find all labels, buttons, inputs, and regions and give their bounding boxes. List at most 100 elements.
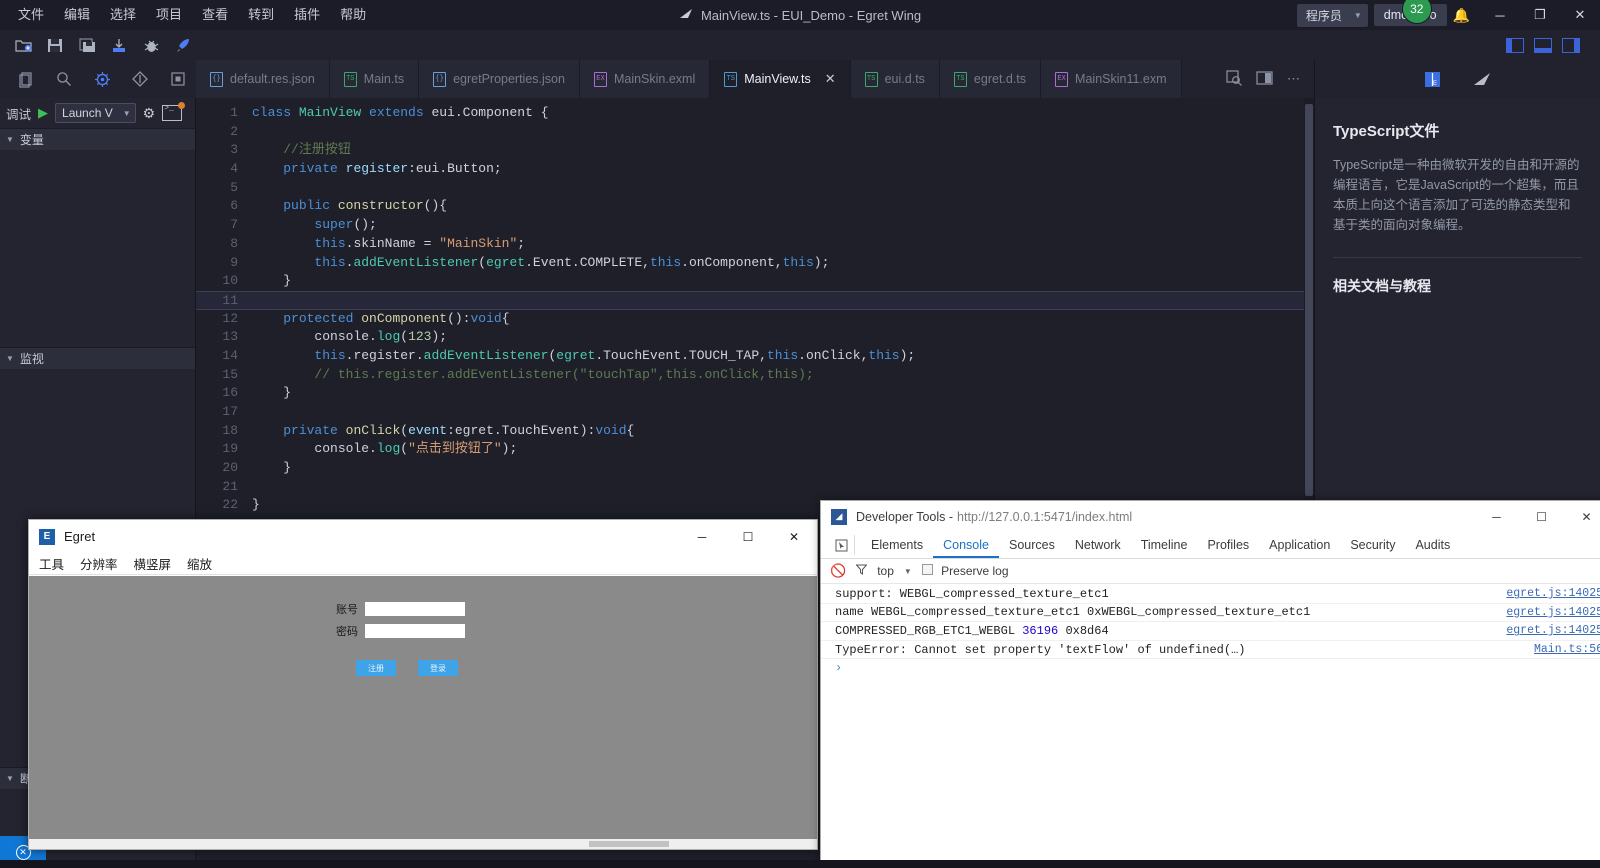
devtools-tab-elements[interactable]: Elements bbox=[861, 532, 933, 558]
devtools-tab-network[interactable]: Network bbox=[1065, 532, 1131, 558]
code-line[interactable]: 8 this.skinName = "MainSkin"; bbox=[196, 235, 1314, 254]
password-input[interactable] bbox=[365, 624, 465, 638]
code-line[interactable]: 21 bbox=[196, 478, 1314, 497]
preserve-log-checkbox-wrap[interactable]: Preserve log bbox=[921, 564, 1009, 578]
editor-tab-mainskin11-exml[interactable]: EX MainSkin11.exm bbox=[1041, 60, 1182, 98]
preserve-log-checkbox[interactable] bbox=[921, 564, 933, 575]
console-icon[interactable] bbox=[162, 102, 186, 121]
devtools-tab-security[interactable]: Security bbox=[1340, 532, 1405, 558]
code-line[interactable]: 20 } bbox=[196, 459, 1314, 478]
import-icon[interactable] bbox=[104, 32, 134, 58]
toggle-left-sidebar-icon[interactable] bbox=[1506, 37, 1524, 53]
menu-item-edit[interactable]: 编辑 bbox=[54, 0, 100, 30]
sidebar-section-variables[interactable]: ▼ 变量 bbox=[0, 128, 195, 150]
editor-tab-eui-d-ts[interactable]: TS eui.d.ts bbox=[850, 60, 940, 98]
egret-close-button[interactable]: ✕ bbox=[771, 520, 817, 553]
debug-icon[interactable] bbox=[90, 67, 114, 91]
devtools-tab-sources[interactable]: Sources bbox=[999, 532, 1065, 558]
editor-scrollbar-thumb[interactable] bbox=[1305, 104, 1313, 496]
files-icon[interactable] bbox=[14, 67, 38, 91]
menu-item-view[interactable]: 查看 bbox=[192, 0, 238, 30]
devtools-tab-timeline[interactable]: Timeline bbox=[1131, 532, 1198, 558]
console-log-row[interactable]: support: WEBGL_compressed_texture_etc1 e… bbox=[821, 585, 1600, 604]
egret-menu-resolution[interactable]: 分辨率 bbox=[80, 554, 118, 573]
devtools-minimize-button[interactable]: ─ bbox=[1474, 501, 1519, 532]
extensions-icon[interactable] bbox=[166, 67, 190, 91]
editor-tab-egret-properties-json[interactable]: {} egretProperties.json bbox=[419, 60, 580, 98]
menu-item-file[interactable]: 文件 bbox=[8, 0, 54, 30]
code-line[interactable]: 11 bbox=[196, 290, 1314, 310]
menu-item-plugins[interactable]: 插件 bbox=[284, 0, 330, 30]
code-line[interactable]: 15 // this.register.addEventListener("to… bbox=[196, 366, 1314, 385]
play-icon[interactable]: ▶ bbox=[38, 105, 48, 121]
devtools-tab-audits[interactable]: Audits bbox=[1405, 532, 1460, 558]
save-icon[interactable] bbox=[40, 32, 70, 58]
code-line[interactable]: 5 bbox=[196, 179, 1314, 198]
gear-icon[interactable]: ⚙ bbox=[143, 105, 156, 122]
console-log-row[interactable]: name WEBGL_compressed_texture_etc1 0xWEB… bbox=[821, 604, 1600, 623]
code-content[interactable]: 1 class MainView extends eui.Component {2… bbox=[196, 98, 1314, 515]
egret-maximize-button[interactable]: ☐ bbox=[725, 520, 771, 553]
egret-menu-tools[interactable]: 工具 bbox=[39, 554, 64, 573]
code-line[interactable]: 17 bbox=[196, 403, 1314, 422]
menu-item-select[interactable]: 选择 bbox=[100, 0, 146, 30]
register-button[interactable]: 注册 bbox=[356, 660, 396, 676]
editor-tab-default-res-json[interactable]: {} default.res.json bbox=[196, 60, 330, 98]
user-chip[interactable]: dmc-nero 32 bbox=[1373, 0, 1447, 26]
code-line[interactable]: 6 public constructor(){ bbox=[196, 197, 1314, 216]
window-maximize-button[interactable]: ❐ bbox=[1520, 0, 1560, 30]
docs-book-icon[interactable]: E bbox=[1421, 67, 1445, 91]
login-button[interactable]: 登录 bbox=[418, 660, 458, 676]
code-line[interactable]: 3 //注册按钮 bbox=[196, 141, 1314, 160]
code-line[interactable]: 18 private onClick(event:egret.TouchEven… bbox=[196, 422, 1314, 441]
devtools-close-button[interactable]: ✕ bbox=[1564, 501, 1600, 532]
egret-menu-orientation[interactable]: 横竖屏 bbox=[134, 554, 172, 573]
devtools-console-output[interactable]: support: WEBGL_compressed_texture_etc1 e… bbox=[821, 585, 1600, 867]
new-folder-icon[interactable] bbox=[8, 32, 38, 58]
menu-item-project[interactable]: 项目 bbox=[146, 0, 192, 30]
sidebar-section-watch[interactable]: ▼ 监视 bbox=[0, 347, 195, 369]
bell-icon[interactable]: 🔔 bbox=[1453, 7, 1470, 24]
clear-console-icon[interactable]: 🚫 bbox=[830, 563, 846, 579]
code-line[interactable]: 19 console.log("点击到按钮了"); bbox=[196, 440, 1314, 459]
source-control-icon[interactable] bbox=[128, 67, 152, 91]
account-input[interactable] bbox=[365, 602, 465, 616]
launch-config-select[interactable]: Launch V ▼ bbox=[55, 103, 136, 123]
code-line[interactable]: 4 private register:eui.Button; bbox=[196, 160, 1314, 179]
search-icon[interactable] bbox=[52, 67, 76, 91]
console-log-row[interactable]: TypeError: Cannot set property 'textFlow… bbox=[821, 641, 1600, 660]
code-line[interactable]: 7 super(); bbox=[196, 216, 1314, 235]
close-icon[interactable]: ✕ bbox=[825, 71, 836, 87]
code-line[interactable]: 14 this.register.addEventListener(egret.… bbox=[196, 347, 1314, 366]
code-line[interactable]: 13 console.log(123); bbox=[196, 328, 1314, 347]
split-editor-icon[interactable] bbox=[1256, 70, 1273, 88]
role-selector[interactable]: 程序员 ▼ bbox=[1296, 3, 1368, 27]
code-line[interactable]: 10 } bbox=[196, 272, 1314, 291]
window-minimize-button[interactable]: ─ bbox=[1480, 0, 1520, 30]
code-line[interactable]: 2 bbox=[196, 123, 1314, 142]
code-line[interactable]: 12 protected onComponent():void{ bbox=[196, 310, 1314, 329]
console-log-source[interactable]: egret.js:14025 bbox=[1506, 624, 1600, 637]
devtools-window[interactable]: ◢ Developer Tools - http://127.0.0.1:547… bbox=[820, 500, 1600, 868]
console-log-source[interactable]: egret.js:14025 bbox=[1506, 587, 1600, 600]
devtools-maximize-button[interactable]: ☐ bbox=[1519, 501, 1564, 532]
console-context-selector[interactable]: top ▼ bbox=[877, 564, 912, 578]
save-all-icon[interactable] bbox=[72, 32, 102, 58]
console-log-source[interactable]: Main.ts:56 bbox=[1534, 643, 1600, 656]
editor-tab-main-ts[interactable]: TS Main.ts bbox=[329, 60, 420, 98]
code-line[interactable]: 9 this.addEventListener(egret.Event.COMP… bbox=[196, 254, 1314, 273]
console-prompt[interactable]: › bbox=[821, 659, 1600, 677]
debug-bug-icon[interactable] bbox=[136, 32, 166, 58]
toggle-right-sidebar-icon[interactable] bbox=[1562, 37, 1580, 53]
inspect-element-icon[interactable] bbox=[829, 535, 855, 555]
egret-game-stage[interactable]: 账号 密码 注册 登录 bbox=[29, 576, 817, 849]
filter-icon[interactable] bbox=[855, 564, 868, 578]
egret-wing-icon[interactable] bbox=[1471, 67, 1495, 91]
menu-item-goto[interactable]: 转到 bbox=[238, 0, 284, 30]
rocket-run-icon[interactable] bbox=[168, 32, 198, 58]
console-log-row[interactable]: COMPRESSED_RGB_ETC1_WEBGL 36196 0x8d64 e… bbox=[821, 622, 1600, 641]
window-close-button[interactable]: ✕ bbox=[1560, 0, 1600, 30]
editor-tab-mainskin-exml[interactable]: EX MainSkin.exml bbox=[579, 60, 711, 98]
more-actions-icon[interactable]: ⋯ bbox=[1287, 71, 1300, 87]
devtools-tab-console[interactable]: Console bbox=[933, 532, 999, 558]
